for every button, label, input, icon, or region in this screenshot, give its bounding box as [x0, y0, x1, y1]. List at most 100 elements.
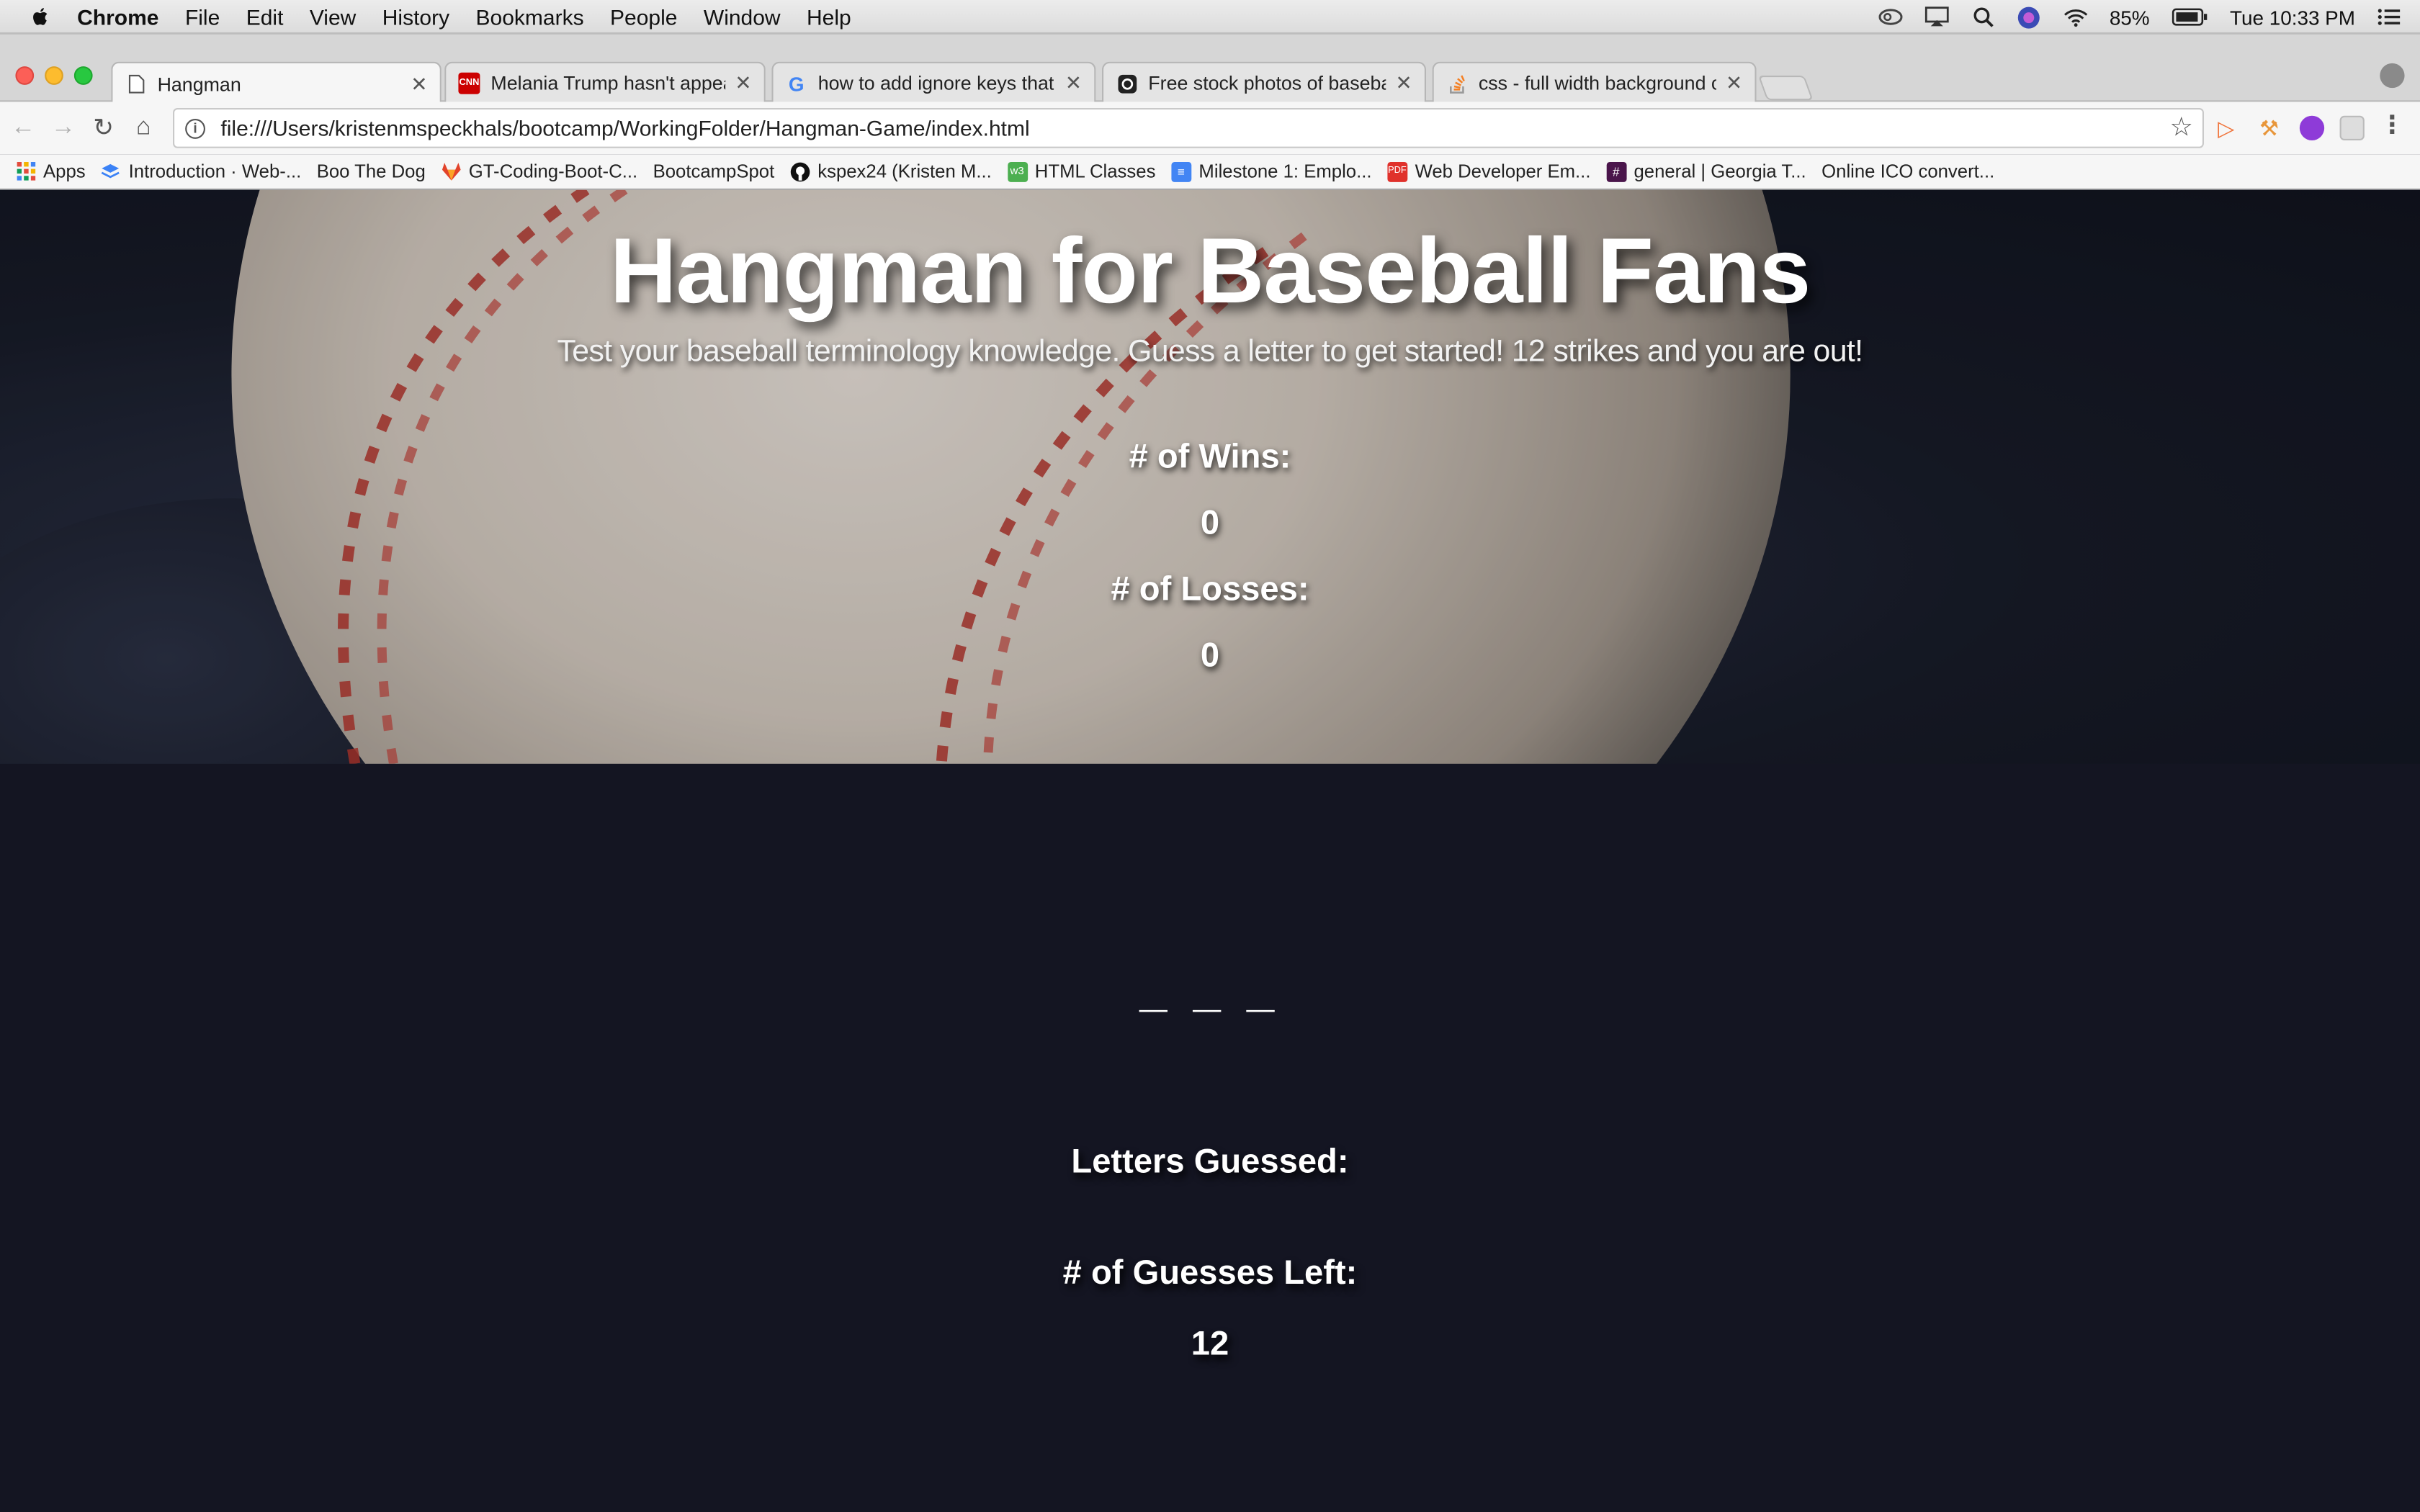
bookmark-online-ico[interactable]: Online ICO convert...	[0, 160, 1995, 363]
hero-banner: Hangman for Baseball Fans Test your base…	[0, 189, 2420, 764]
close-tab-icon[interactable]: ✕	[1395, 71, 1412, 96]
browser-toolbar: ← → ↻ ⌂ i file:///Users/kristenmspeckhal…	[0, 102, 2420, 155]
menu-help[interactable]: Help	[807, 0, 851, 33]
tab-stock-photos[interactable]: Free stock photos of baseball ✕	[1102, 61, 1426, 104]
page-content: Hangman for Baseball Fans Test your base…	[0, 189, 2420, 1512]
docs-icon: ≡	[1170, 161, 1191, 181]
word-blanks: _ _ _	[1139, 961, 1281, 1017]
menu-view[interactable]: View	[310, 0, 356, 33]
bookmark-label: GT-Coding-Boot-C...	[468, 160, 638, 182]
wins-label: # of Wins:	[1129, 436, 1291, 475]
close-tab-icon[interactable]: ✕	[735, 71, 751, 96]
macos-menu-bar: Chrome File Edit View History Bookmarks …	[0, 0, 2420, 35]
close-window-button[interactable]	[15, 66, 35, 85]
bookmark-star-icon[interactable]: ☆	[2169, 112, 2193, 143]
bookmark-label: Milestone 1: Emplo...	[1198, 160, 1372, 182]
profile-avatar-icon[interactable]	[2380, 63, 2405, 89]
cnn-icon: CNN	[458, 72, 480, 94]
close-tab-icon[interactable]: ✕	[1065, 71, 1082, 96]
bookmark-label: Online ICO convert...	[1821, 160, 1995, 182]
tab-cnn[interactable]: CNN Melania Trump hasn't appeare ✕	[444, 61, 766, 104]
w3-icon: w3	[1007, 161, 1028, 181]
bookmark-web-developer[interactable]: PDF Web Developer Em...	[1386, 160, 1591, 182]
bookmark-html-classes[interactable]: w3 HTML Classes	[1007, 161, 1155, 182]
close-tab-icon[interactable]: ✕	[411, 72, 427, 96]
letters-guessed-label: Letters Guessed:	[1071, 1141, 1349, 1181]
battery-icon[interactable]	[2172, 6, 2208, 28]
bookmark-gt-coding-boot[interactable]: GT-Coding-Boot-C...	[441, 161, 637, 182]
apps-grid-icon	[15, 161, 35, 181]
bookmark-label: Introduction · Web-...	[128, 160, 302, 182]
tab-hangman[interactable]: Hangman ✕	[111, 61, 442, 105]
home-button[interactable]: ⌂	[123, 108, 163, 148]
bookmark-apps[interactable]: Apps	[15, 160, 86, 182]
tab-title: Hangman	[157, 73, 241, 95]
apple-icon[interactable]	[28, 4, 53, 28]
menu-people[interactable]: People	[610, 0, 677, 33]
spotlight-search-icon[interactable]	[1971, 6, 1995, 28]
tab-strip: Hangman ✕ CNN Melania Trump hasn't appea…	[0, 34, 2420, 105]
bookmark-label: BootcampSpot	[653, 160, 775, 182]
bookmark-label: Web Developer Em...	[1415, 160, 1591, 182]
menu-bookmarks[interactable]: Bookmarks	[476, 0, 584, 33]
bookmark-label: Boo The Dog	[316, 160, 426, 182]
losses-label: # of Losses:	[1111, 569, 1309, 608]
site-info-icon[interactable]: i	[185, 117, 205, 138]
bookmark-github[interactable]: kspex24 (Kristen M...	[790, 161, 992, 182]
bookmark-label: kspex24 (Kristen M...	[817, 160, 992, 182]
tab-title: css - full width background co	[1478, 72, 1717, 94]
losses-count: 0	[1200, 635, 1220, 675]
new-tab-button[interactable]	[1757, 76, 1814, 101]
bookmark-introduction[interactable]: Introduction · Web-...	[101, 161, 301, 182]
github-icon	[790, 161, 810, 181]
wifi-icon[interactable]	[2063, 6, 2088, 28]
bookmark-general-georgia[interactable]: # general | Georgia T...	[1605, 161, 1806, 182]
back-button[interactable]: ←	[3, 108, 43, 148]
forward-button[interactable]: →	[43, 108, 84, 148]
bookmark-bootcampspot[interactable]: BootcampSpot	[0, 160, 775, 363]
guesses-left-count: 12	[1191, 1323, 1229, 1363]
wins-count: 0	[1200, 503, 1220, 542]
zoom-window-button[interactable]	[73, 66, 93, 85]
minimize-window-button[interactable]	[45, 66, 63, 85]
bookmark-milestone[interactable]: ≡ Milestone 1: Emplo...	[1170, 160, 1372, 182]
bookmark-label: Apps	[43, 160, 86, 182]
tab-google-search[interactable]: G how to add ignore keys that ar ✕	[771, 61, 1096, 104]
gitlab-icon	[441, 161, 461, 181]
tab-title: how to add ignore keys that ar	[817, 72, 1056, 94]
extension-tool-icon[interactable]: ⚒	[2259, 116, 2284, 140]
creative-cloud-icon[interactable]	[1878, 6, 1903, 28]
extension-purple-icon[interactable]	[2299, 115, 2325, 140]
bookmark-boo-the-dog[interactable]: Boo The Dog	[0, 160, 426, 363]
menu-file[interactable]: File	[185, 0, 220, 33]
tab-stackoverflow[interactable]: css - full width background co ✕	[1432, 61, 1757, 104]
google-icon: G	[788, 71, 805, 95]
page-title: Hangman for Baseball Fans	[609, 219, 1811, 323]
page-subtitle: Test your baseball terminology knowledge…	[557, 335, 1864, 369]
stackoverflow-icon	[1446, 73, 1468, 94]
close-tab-icon[interactable]: ✕	[1726, 71, 1742, 96]
extension-grid-icon[interactable]	[2339, 115, 2365, 140]
camera-icon	[1116, 73, 1137, 94]
siri-icon[interactable]	[2017, 6, 2041, 28]
menu-edit[interactable]: Edit	[246, 0, 284, 33]
menubar-status-area: 85% Tue 10:33 PM	[1878, 0, 2420, 34]
chrome-menu-icon[interactable]: ⋮	[2380, 113, 2404, 140]
layers-icon	[101, 161, 121, 181]
tab-title: Melania Trump hasn't appeare	[490, 72, 726, 94]
bookmarks-bar: Apps Introduction · Web-... Boo The Dog …	[0, 154, 2420, 363]
bookmark-label: HTML Classes	[1034, 160, 1156, 182]
tab-title: Free stock photos of baseball	[1148, 72, 1386, 94]
extension-arrow-icon[interactable]: ▷	[2218, 116, 2242, 140]
airplay-icon[interactable]	[1924, 6, 1949, 28]
address-bar[interactable]: i file:///Users/kristenmspeckhals/bootca…	[173, 108, 2204, 148]
guesses-left-label: # of Guesses Left:	[1062, 1253, 1358, 1292]
menu-history[interactable]: History	[382, 0, 449, 33]
battery-percent: 85%	[2109, 5, 2150, 29]
reload-button[interactable]: ↻	[84, 108, 124, 148]
menu-window[interactable]: Window	[704, 0, 781, 33]
menubar-clock[interactable]: Tue 10:33 PM	[2230, 6, 2355, 29]
slack-icon: #	[1605, 161, 1626, 181]
notification-center-icon[interactable]	[2377, 6, 2401, 28]
menu-app-chrome[interactable]: Chrome	[77, 0, 158, 33]
